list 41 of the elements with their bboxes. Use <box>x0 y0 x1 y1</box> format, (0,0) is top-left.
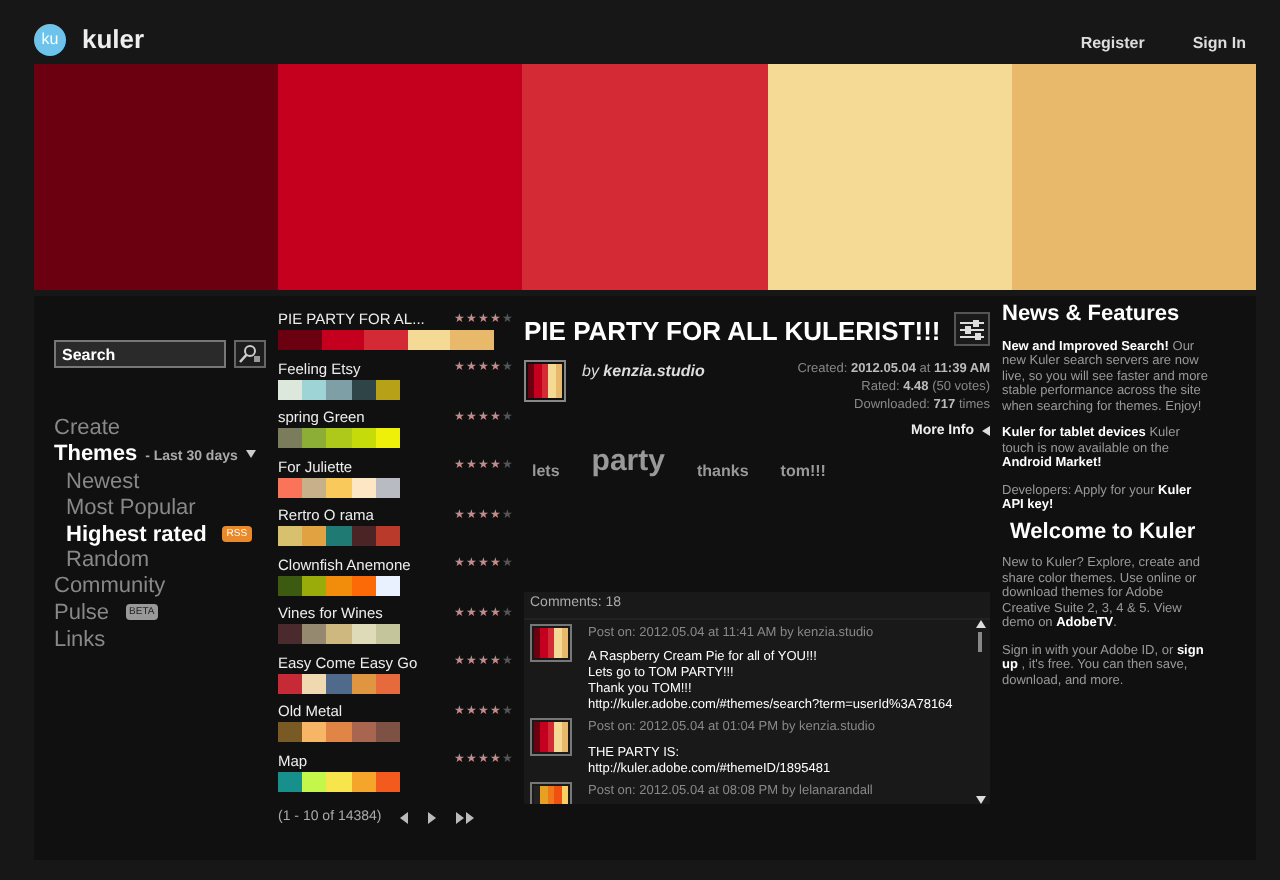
caret-icon[interactable] <box>245 450 256 459</box>
scrollbar-thumb[interactable] <box>978 631 982 651</box>
nav-item[interactable]: Create <box>54 416 121 440</box>
color-strip[interactable] <box>278 673 400 693</box>
header-link[interactable]: Sign In <box>1192 32 1246 56</box>
search-field[interactable]: Search <box>54 340 226 368</box>
theme-title: PIE PARTY FOR ALL KULERIST!!! <box>524 314 941 350</box>
settings-button[interactable] <box>954 312 990 346</box>
nav-subitem[interactable]: Highest rated <box>66 522 207 547</box>
previous-icon[interactable] <box>397 810 410 827</box>
color-strip[interactable] <box>278 428 400 448</box>
next-icon[interactable] <box>425 810 438 827</box>
color-strip[interactable] <box>278 771 400 791</box>
nav-item[interactable]: Themes <box>54 442 138 466</box>
color-strip[interactable] <box>278 722 400 742</box>
scroll-down-icon[interactable] <box>975 795 985 803</box>
tag-link[interactable]: lets <box>532 460 560 484</box>
author-line: by kenzia.studio <box>582 359 705 383</box>
tag-link[interactable]: tom!!! <box>780 460 826 484</box>
header-link[interactable]: Register <box>1080 32 1145 56</box>
last-page-icon[interactable] <box>453 810 476 827</box>
tag-link[interactable]: party <box>591 439 665 484</box>
nav-item[interactable]: Pulse <box>54 601 110 626</box>
section-heading: Welcome to Kuler <box>1010 525 1198 540</box>
scroll-up-icon[interactable] <box>975 619 985 627</box>
tag-link[interactable]: thanks <box>696 460 749 484</box>
nav-subitem[interactable]: Newest <box>66 470 140 494</box>
nav-subitem[interactable]: Most Popular <box>66 496 196 520</box>
color-strip[interactable] <box>278 526 400 546</box>
arrow-left-icon[interactable] <box>982 425 990 435</box>
color-strip[interactable] <box>278 379 400 399</box>
search-button[interactable] <box>234 340 266 368</box>
section-heading: News & Features <box>1002 308 1182 323</box>
color-strip[interactable] <box>278 330 494 350</box>
nav-item[interactable]: Links <box>54 627 106 652</box>
nav-subitem[interactable]: Random <box>66 548 150 573</box>
nav-item[interactable]: Community <box>54 574 166 599</box>
color-strip[interactable] <box>278 477 400 497</box>
color-strip[interactable] <box>278 575 400 595</box>
logo-text: kuler <box>82 22 145 59</box>
color-strip[interactable] <box>278 624 400 644</box>
